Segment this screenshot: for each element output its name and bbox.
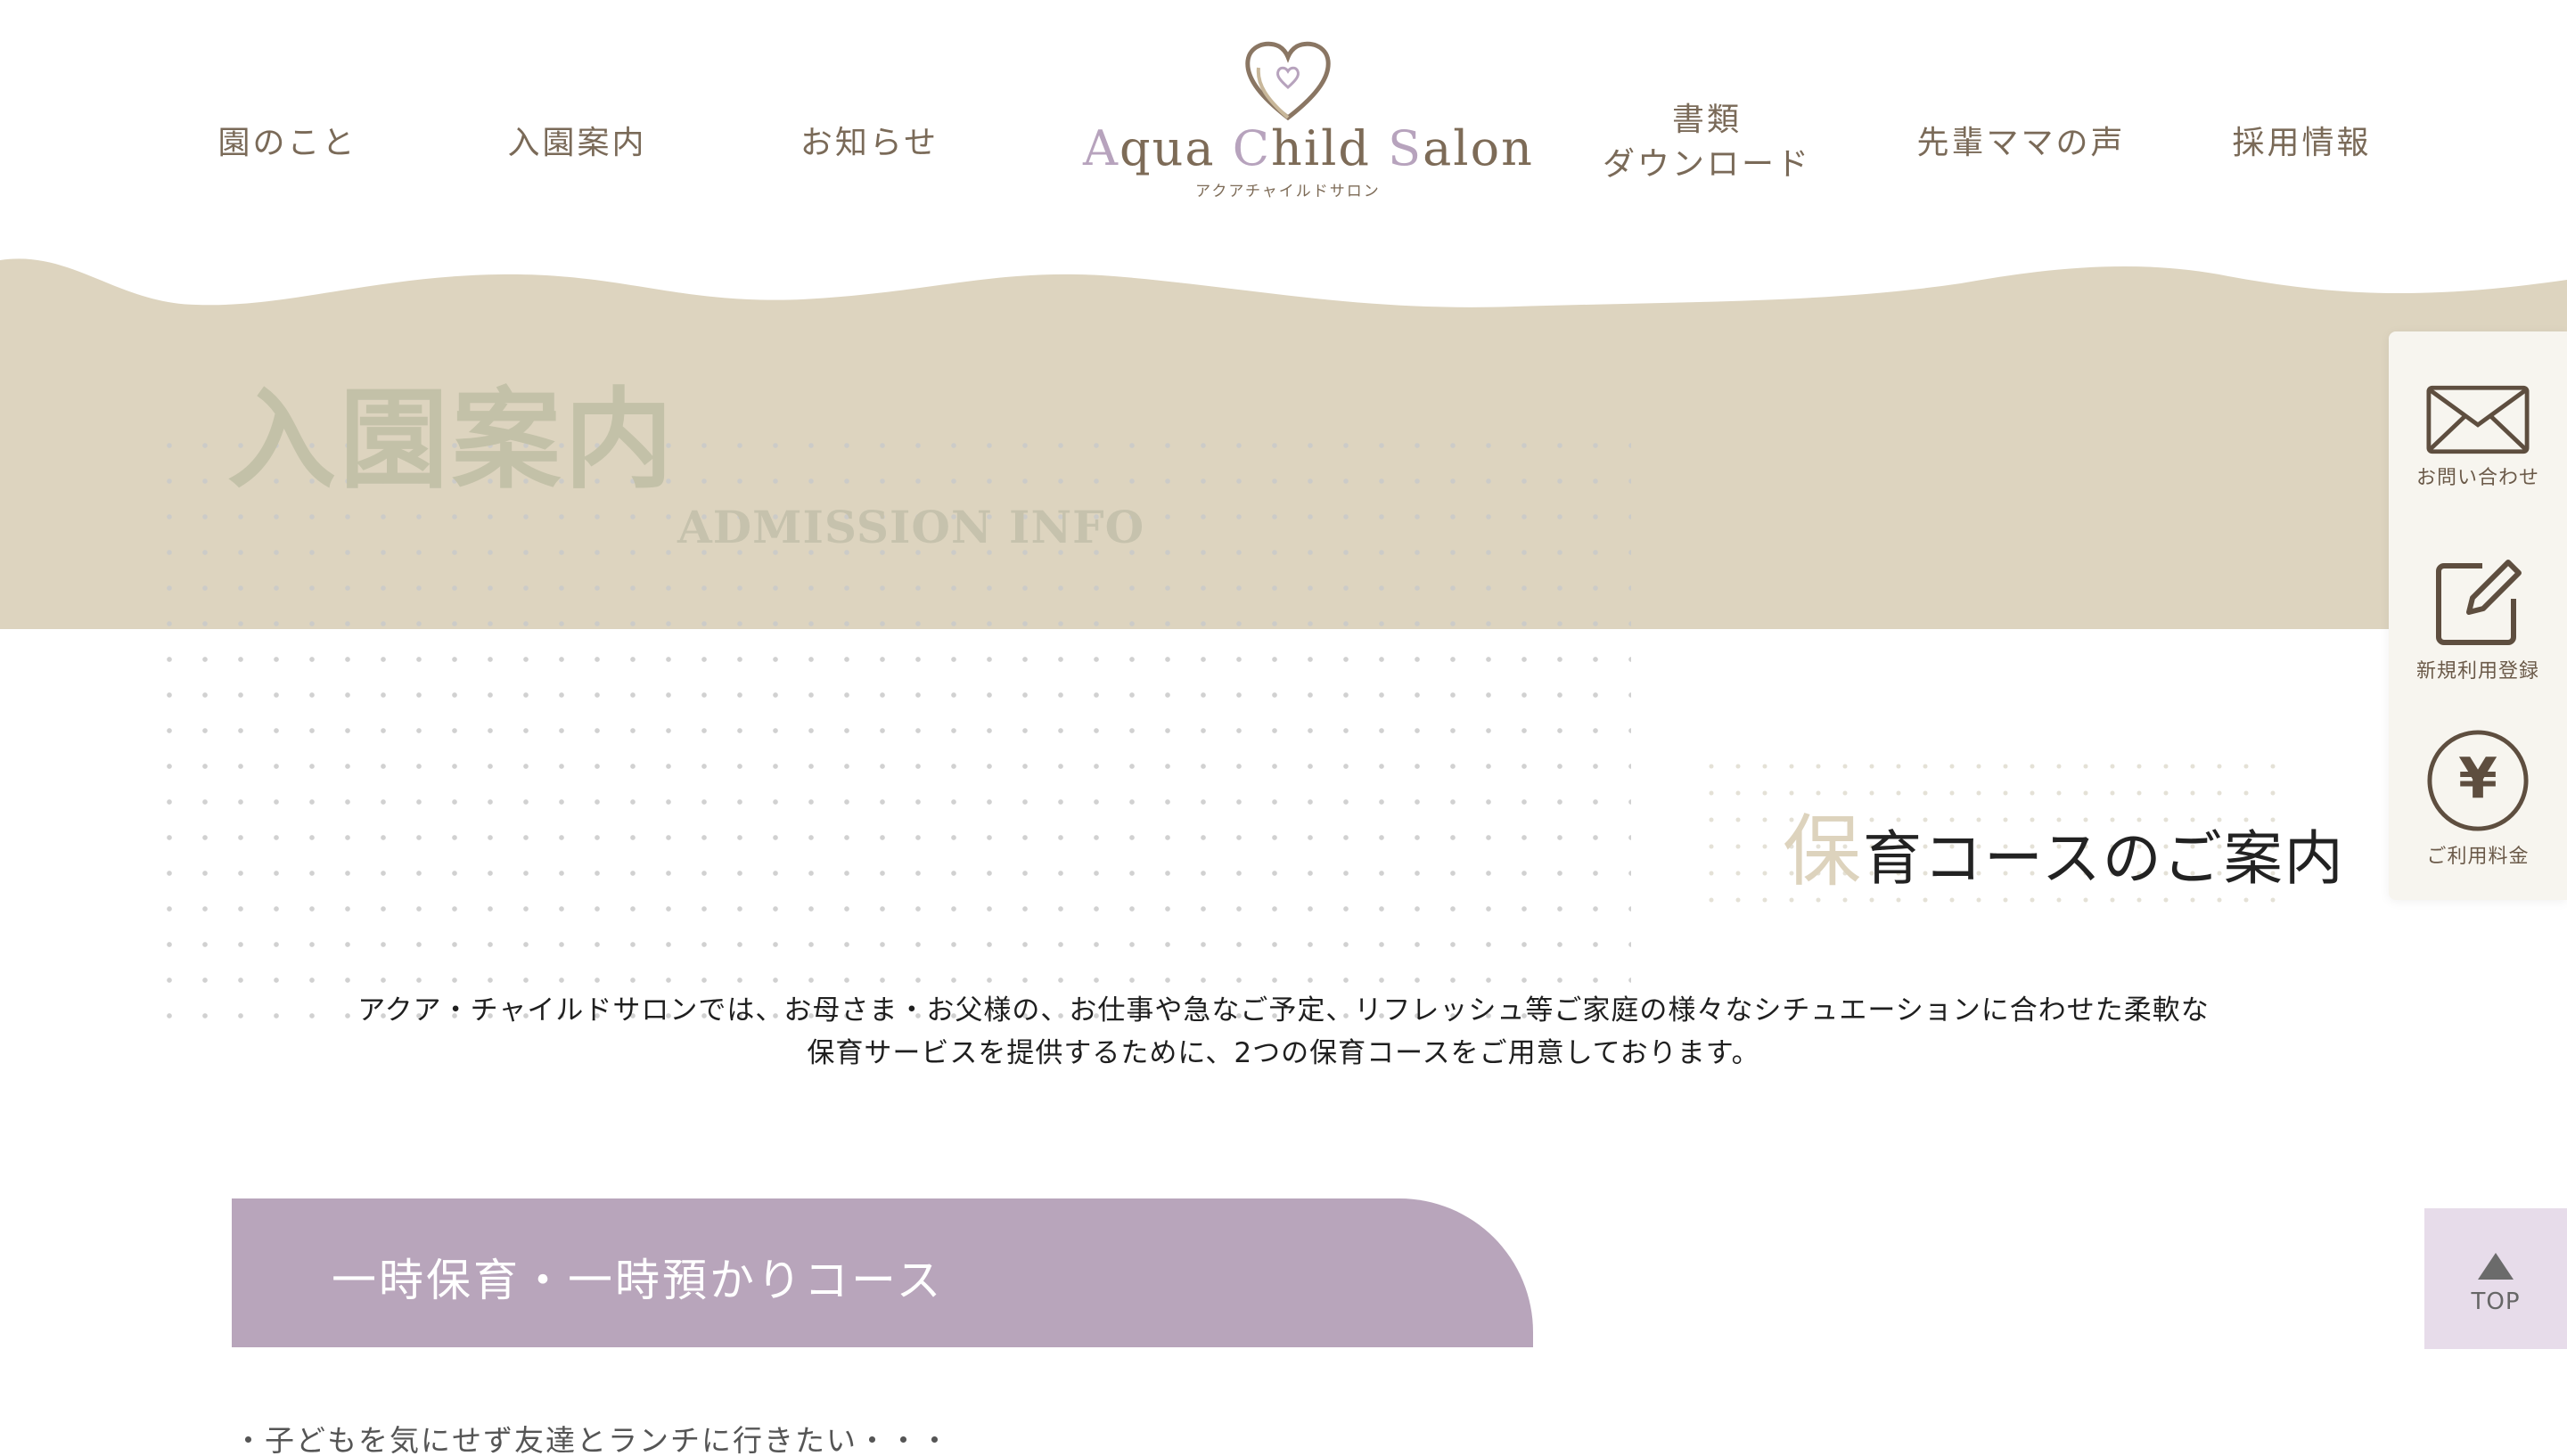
nav-admission[interactable]: 入園案内 — [504, 120, 651, 167]
side-panel: お問い合わせ 新規利用登録 ¥ ご利用料金 — [2389, 331, 2567, 900]
logo-word-hild: hild — [1271, 120, 1389, 176]
logo-word-alon: alon — [1423, 120, 1534, 176]
nav-recruit[interactable]: 採用情報 — [2228, 120, 2375, 167]
hero-subtitle: ADMISSION INFO — [677, 501, 1145, 553]
yen-symbol: ¥ — [2458, 747, 2497, 812]
yen-icon: ¥ — [2427, 730, 2529, 831]
edit-icon — [2436, 560, 2522, 645]
section-heading-first-char: 保 — [1783, 806, 1864, 897]
logo-word-qua: qua — [1119, 120, 1233, 176]
logo-letter-c: C — [1232, 120, 1272, 176]
side-register-label: 新規利用登録 — [2415, 660, 2539, 683]
section-heading-rest: 育コースのご案内 — [1863, 824, 2345, 893]
logo-name: Aqua Child Salon — [1083, 120, 1532, 176]
logo-letter-a: A — [1083, 120, 1119, 176]
nav-mothers-voice[interactable]: 先輩ママの声 — [1916, 120, 2126, 167]
heart-logo-icon — [1245, 41, 1331, 121]
side-contact-label: お問い合わせ — [2415, 467, 2539, 489]
back-to-top-label: TOP — [2471, 1288, 2521, 1315]
side-fees-label: ご利用料金 — [2426, 846, 2530, 868]
back-to-top-button[interactable]: TOP — [2424, 1208, 2567, 1349]
nav-downloads[interactable]: 書類 ダウンロード — [1595, 98, 1818, 187]
course-banner: 一時保育・一時預かりコース — [232, 1198, 1533, 1347]
nav-about[interactable]: 園のこと — [214, 120, 361, 167]
nav-news[interactable]: お知らせ — [796, 120, 943, 167]
side-fees[interactable]: ¥ ご利用料金 — [2389, 728, 2567, 869]
course-title: 一時保育・一時預かりコース — [332, 1255, 944, 1306]
logo-kana: アクアチャイルドサロン — [1195, 183, 1381, 200]
logo-letter-s: S — [1388, 120, 1423, 176]
side-register[interactable]: 新規利用登録 — [2389, 559, 2567, 683]
intro-text: アクア・チャイルドサロンでは、お母さま・お父様の、お仕事や急なご予定、リフレッシ… — [357, 994, 2210, 1069]
course-bullet: ・子どもを気にせず友達とランチに行きたい・・・ — [234, 1423, 951, 1456]
site-logo[interactable]: Aqua Child Salon アクアチャイルドサロン — [1083, 36, 1532, 205]
site-header: 園のこと 入園案内 お知らせ Aqua Child Salon アクアチャイルド… — [0, 0, 2567, 258]
page: 園のこと 入園案内 お知らせ Aqua Child Salon アクアチャイルド… — [0, 0, 2567, 1456]
hero-title: 入園案内 — [227, 375, 677, 503]
section-heading: 保育コースのご案内 — [1783, 789, 2345, 902]
side-contact[interactable]: お問い合わせ — [2389, 385, 2567, 490]
arrow-up-icon — [2478, 1253, 2514, 1280]
mail-icon — [2426, 385, 2530, 454]
